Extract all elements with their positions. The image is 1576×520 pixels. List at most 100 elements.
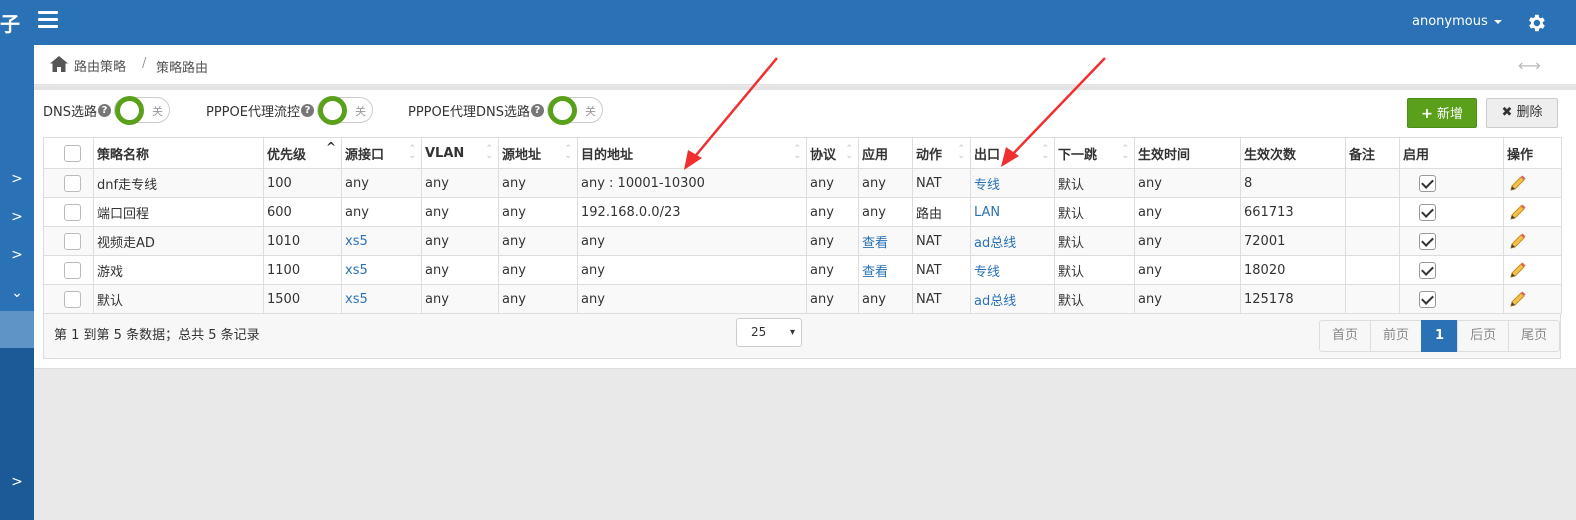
home-icon bbox=[50, 56, 68, 72]
enabled-checkbox[interactable] bbox=[1419, 290, 1436, 308]
pppoe-dns-toggle-group: PPPOE代理DNS选路 ? 关 bbox=[408, 96, 603, 125]
expand-icon[interactable]: ⟷ bbox=[1518, 56, 1541, 75]
cell-app[interactable]: 查看 bbox=[858, 226, 913, 256]
pager-last[interactable]: 尾页 bbox=[1508, 320, 1561, 352]
edit-icon[interactable] bbox=[1509, 261, 1527, 279]
cell-text[interactable]: 专线 bbox=[974, 178, 1000, 193]
cell-text[interactable]: ad总线 bbox=[974, 236, 1016, 251]
sidebar-item-4[interactable]: ⌄ bbox=[0, 275, 34, 311]
sidebar-active-item[interactable] bbox=[0, 311, 34, 348]
row-select-cell bbox=[43, 255, 94, 285]
cell-src-if[interactable]: xs5 bbox=[341, 284, 422, 314]
delete-button[interactable]: ✖ 删除 bbox=[1486, 98, 1558, 128]
cell-text[interactable]: 查看 bbox=[862, 236, 888, 251]
sidebar-item-5[interactable]: > bbox=[0, 464, 34, 500]
cell-text[interactable]: 专线 bbox=[974, 265, 1000, 280]
ops-cell bbox=[1503, 255, 1562, 285]
cell-text: any bbox=[581, 233, 605, 249]
sort-icon: ⌃ ⌄ bbox=[957, 144, 965, 161]
sidebar-item-3[interactable]: > bbox=[0, 237, 34, 273]
select-all-checkbox[interactable] bbox=[64, 144, 81, 162]
cell-src-addr: any bbox=[498, 168, 578, 198]
row-checkbox[interactable] bbox=[64, 174, 81, 192]
row-checkbox[interactable] bbox=[64, 203, 81, 221]
add-button[interactable]: + 新增 bbox=[1407, 98, 1477, 128]
header-label: 协议 bbox=[810, 147, 837, 163]
sidebar-item-1[interactable]: > bbox=[0, 161, 34, 197]
cell-proto: any bbox=[806, 168, 859, 198]
cell-egress[interactable]: LAN bbox=[970, 197, 1055, 227]
cell-text[interactable]: xs5 bbox=[345, 234, 368, 249]
table-row[interactable]: dnf走专线 100 any any any any : 10001-10300 any an… bbox=[43, 168, 1562, 198]
col-header-next-hop[interactable]: 下一跳 ⌃ ⌄ bbox=[1054, 137, 1135, 169]
content-divider bbox=[34, 86, 1576, 90]
col-header-proto[interactable]: 协议 ⌃ ⌄ bbox=[806, 137, 859, 169]
pager-current[interactable]: 1 bbox=[1421, 320, 1459, 352]
col-header-vlan[interactable]: VLAN ⌃ ⌄ bbox=[421, 137, 499, 169]
cell-app[interactable]: 查看 bbox=[858, 255, 913, 285]
cell-text: 默认 bbox=[97, 293, 124, 309]
edit-icon[interactable] bbox=[1509, 174, 1527, 192]
cell-text[interactable]: 查看 bbox=[862, 265, 888, 280]
pager-next[interactable]: 后页 bbox=[1457, 320, 1510, 352]
col-header-dst-addr[interactable]: 目的地址 ⌃ ⌄ bbox=[577, 137, 807, 169]
dns-routing-switch[interactable]: 关 bbox=[114, 96, 170, 125]
col-header-src-addr[interactable]: 源地址 ⌃ ⌄ bbox=[498, 137, 578, 169]
switch-state: 关 bbox=[584, 105, 596, 118]
switch-knob bbox=[547, 96, 577, 125]
help-icon[interactable]: ? bbox=[530, 103, 544, 117]
table-row[interactable]: 端口回程 600 any any any 192.168.0.0/23 any any 路由 LA… bbox=[43, 197, 1562, 227]
cell-hits: 125178 bbox=[1240, 284, 1346, 314]
enabled-checkbox[interactable] bbox=[1419, 261, 1436, 279]
table-row[interactable]: 视频走AD 1010 xs5 any any any any 查看 NAT ad总线 默认 any 72… bbox=[43, 226, 1562, 256]
pager-prev[interactable]: 前页 bbox=[1370, 320, 1423, 352]
col-header-enabled[interactable]: 启用 bbox=[1399, 137, 1504, 169]
col-header-remark[interactable]: 备注 bbox=[1345, 137, 1400, 169]
cell-src-if: any bbox=[341, 197, 422, 227]
col-header-name[interactable]: 策略名称 bbox=[93, 137, 264, 169]
col-header-priority[interactable]: 优先级 ^ bbox=[263, 137, 342, 169]
cell-src-if[interactable]: xs5 bbox=[341, 226, 422, 256]
cell-text[interactable]: LAN bbox=[974, 205, 1000, 220]
cell-text[interactable]: xs5 bbox=[345, 292, 368, 307]
edit-icon[interactable] bbox=[1509, 232, 1527, 250]
col-header-app[interactable]: 应用 bbox=[858, 137, 913, 169]
table-row[interactable]: 默认 1500 xs5 any any any any any NAT ad总线 默认 any 1251… bbox=[43, 284, 1562, 314]
breadcrumb-home[interactable]: 路由策略 bbox=[74, 56, 126, 75]
cell-text: any bbox=[810, 175, 834, 191]
edit-icon[interactable] bbox=[1509, 290, 1527, 308]
row-checkbox[interactable] bbox=[64, 232, 81, 250]
cell-egress[interactable]: 专线 bbox=[970, 255, 1055, 285]
cell-src-addr: any bbox=[498, 255, 578, 285]
enabled-checkbox[interactable] bbox=[1419, 203, 1436, 221]
col-header-time[interactable]: 生效时间 bbox=[1134, 137, 1241, 169]
pager-first[interactable]: 首页 bbox=[1319, 320, 1372, 352]
col-header-egress[interactable]: 出口 ⌃ ⌄ bbox=[970, 137, 1055, 169]
cell-egress[interactable]: 专线 bbox=[970, 168, 1055, 198]
pppoe-flow-switch[interactable]: 关 bbox=[316, 96, 373, 125]
cell-text: any bbox=[425, 175, 449, 191]
pppoe-dns-switch[interactable]: 关 bbox=[546, 96, 603, 125]
row-checkbox[interactable] bbox=[64, 261, 81, 279]
cell-text[interactable]: xs5 bbox=[345, 263, 368, 278]
cell-action: NAT bbox=[912, 284, 971, 314]
cell-egress[interactable]: ad总线 bbox=[970, 284, 1055, 314]
help-icon[interactable]: ? bbox=[98, 103, 111, 117]
help-icon[interactable]: ? bbox=[300, 103, 314, 117]
cell-src-if[interactable]: xs5 bbox=[341, 255, 422, 285]
cell-text[interactable]: ad总线 bbox=[974, 294, 1016, 309]
col-header-action[interactable]: 动作 ⌃ ⌄ bbox=[912, 137, 971, 169]
page-size-select[interactable]: 25 ▾ bbox=[736, 318, 802, 347]
row-checkbox[interactable] bbox=[64, 290, 81, 308]
edit-icon[interactable] bbox=[1509, 203, 1527, 221]
user-menu[interactable]: anonymous bbox=[1412, 14, 1502, 29]
gear-icon[interactable] bbox=[1525, 12, 1547, 34]
col-header-hits[interactable]: 生效次数 bbox=[1240, 137, 1346, 169]
enabled-checkbox[interactable] bbox=[1419, 174, 1436, 192]
table-row[interactable]: 游戏 1100 xs5 any any any any 查看 NAT 专线 默认 any 18020 bbox=[43, 255, 1562, 285]
hamburger-icon[interactable] bbox=[38, 11, 58, 33]
col-header-src-if[interactable]: 源接口 ⌃ ⌄ bbox=[341, 137, 422, 169]
sidebar-item-2[interactable]: > bbox=[0, 199, 34, 235]
enabled-checkbox[interactable] bbox=[1419, 232, 1436, 250]
cell-egress[interactable]: ad总线 bbox=[970, 226, 1055, 256]
